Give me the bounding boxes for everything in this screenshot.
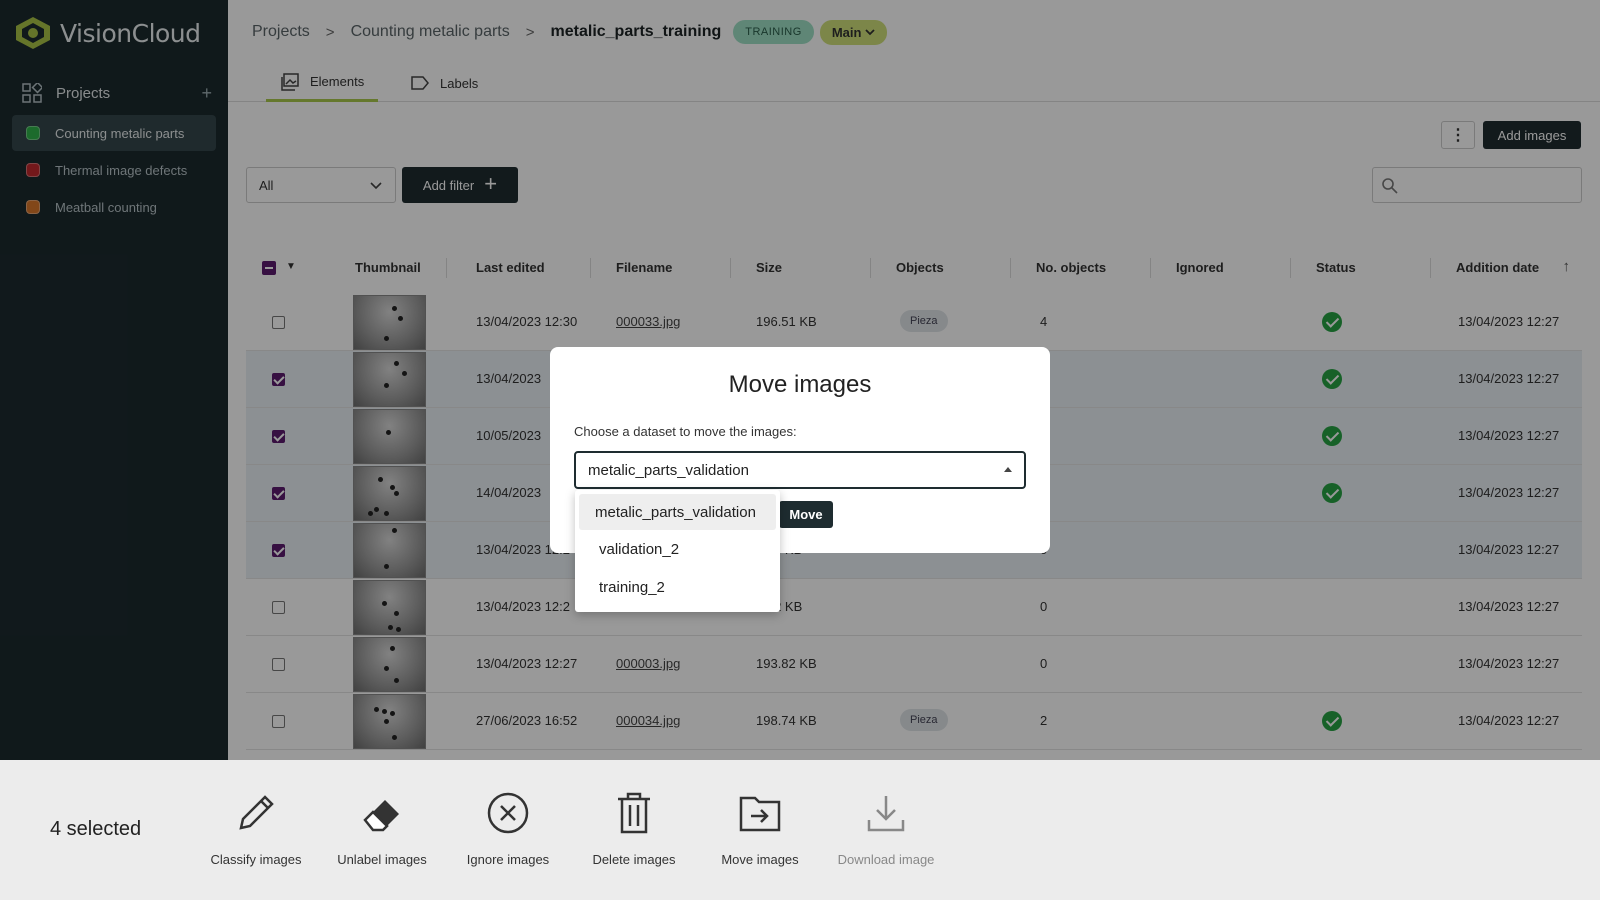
dialog-label: Choose a dataset to move the images: (574, 424, 797, 439)
download-image-button[interactable]: Download image (826, 790, 946, 867)
download-icon (867, 796, 905, 832)
dataset-option[interactable]: training_2 (579, 568, 776, 606)
delete-images-button[interactable]: Delete images (574, 790, 694, 867)
move-images-button[interactable]: Move images (700, 790, 820, 867)
trash-icon (618, 792, 650, 834)
caret-up-icon (1004, 467, 1012, 472)
dataset-select[interactable]: metalic_parts_validation (574, 451, 1026, 489)
selected-count: 4 selected (50, 818, 142, 840)
action-label: Ignore images (466, 852, 550, 867)
dataset-option[interactable]: metalic_parts_validation (579, 494, 776, 530)
selection-action-bar: 4 selected Classify images Unlabel image… (0, 760, 1600, 900)
action-label: Classify images (210, 852, 302, 867)
classify-images-button[interactable]: Classify images (196, 790, 316, 867)
action-label: Delete images (592, 852, 676, 867)
pencil-icon (239, 795, 274, 830)
action-label: Move images (721, 852, 799, 867)
dataset-dropdown-menu: metalic_parts_validation validation_2 tr… (575, 490, 780, 612)
action-label: Download image (837, 852, 935, 867)
ignore-images-button[interactable]: Ignore images (448, 790, 568, 867)
action-label: Unlabel images (337, 852, 427, 867)
eraser-icon (363, 800, 399, 832)
dialog-title: Move images (728, 371, 872, 398)
folder-move-icon (739, 796, 781, 832)
dataset-select-value: metalic_parts_validation (588, 461, 749, 479)
circle-x-icon (487, 792, 529, 834)
dataset-option[interactable]: validation_2 (579, 530, 776, 568)
move-button[interactable]: Move (779, 501, 833, 528)
unlabel-images-button[interactable]: Unlabel images (322, 790, 442, 867)
